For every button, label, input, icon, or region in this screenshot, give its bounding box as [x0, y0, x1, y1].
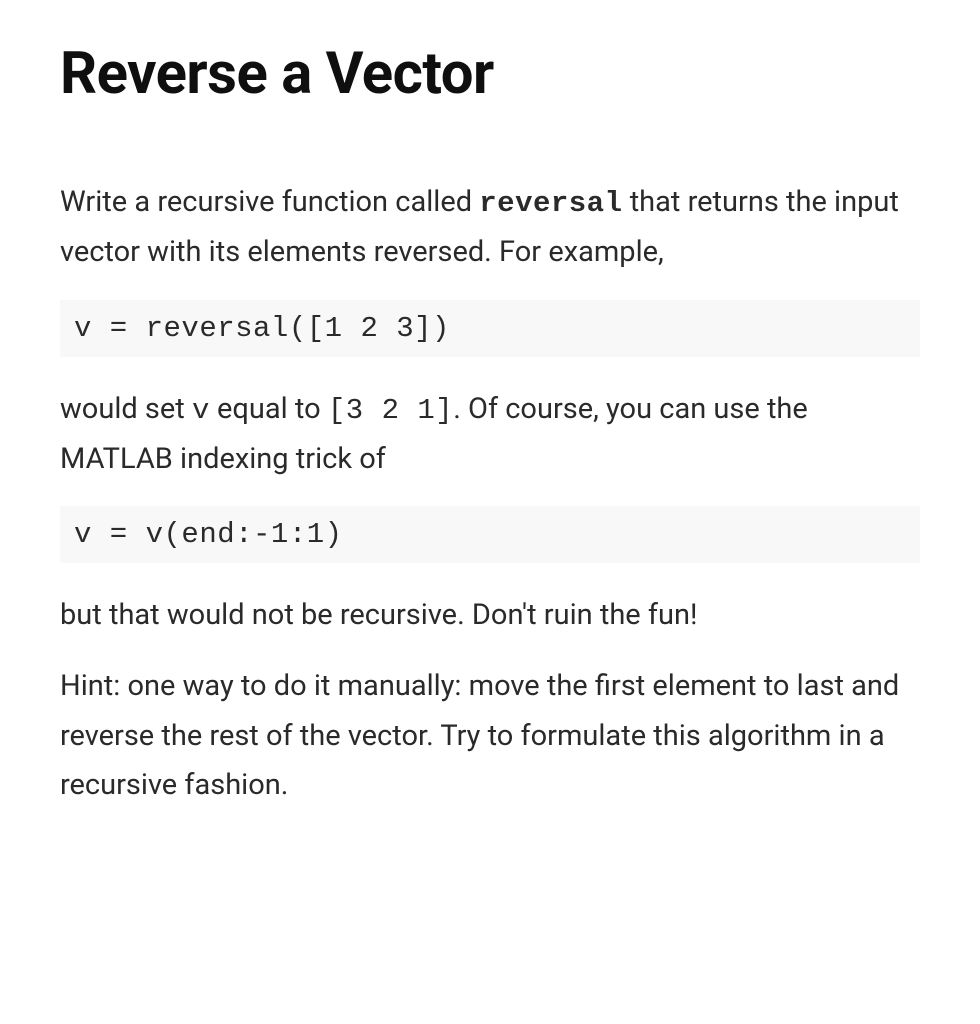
result-text-b: equal to — [210, 392, 328, 426]
variable-v: v — [192, 394, 210, 427]
result-text-a: would set — [60, 392, 192, 426]
code-example-2: v = v(end:-1:1) — [60, 506, 920, 563]
intro-text-a: Write a recursive function called — [60, 185, 479, 219]
result-paragraph: would set v equal to [3 2 1]. Of course,… — [60, 385, 920, 485]
intro-paragraph: Write a recursive function called revers… — [60, 178, 920, 278]
function-name: reversal — [479, 187, 622, 220]
warning-paragraph: but that would not be recursive. Don't r… — [60, 591, 920, 640]
result-array: [3 2 1] — [328, 394, 453, 427]
page-title: Reverse a Vector — [60, 40, 920, 108]
hint-paragraph: Hint: one way to do it manually: move th… — [60, 662, 920, 810]
code-example-1: v = reversal([1 2 3]) — [60, 300, 920, 357]
